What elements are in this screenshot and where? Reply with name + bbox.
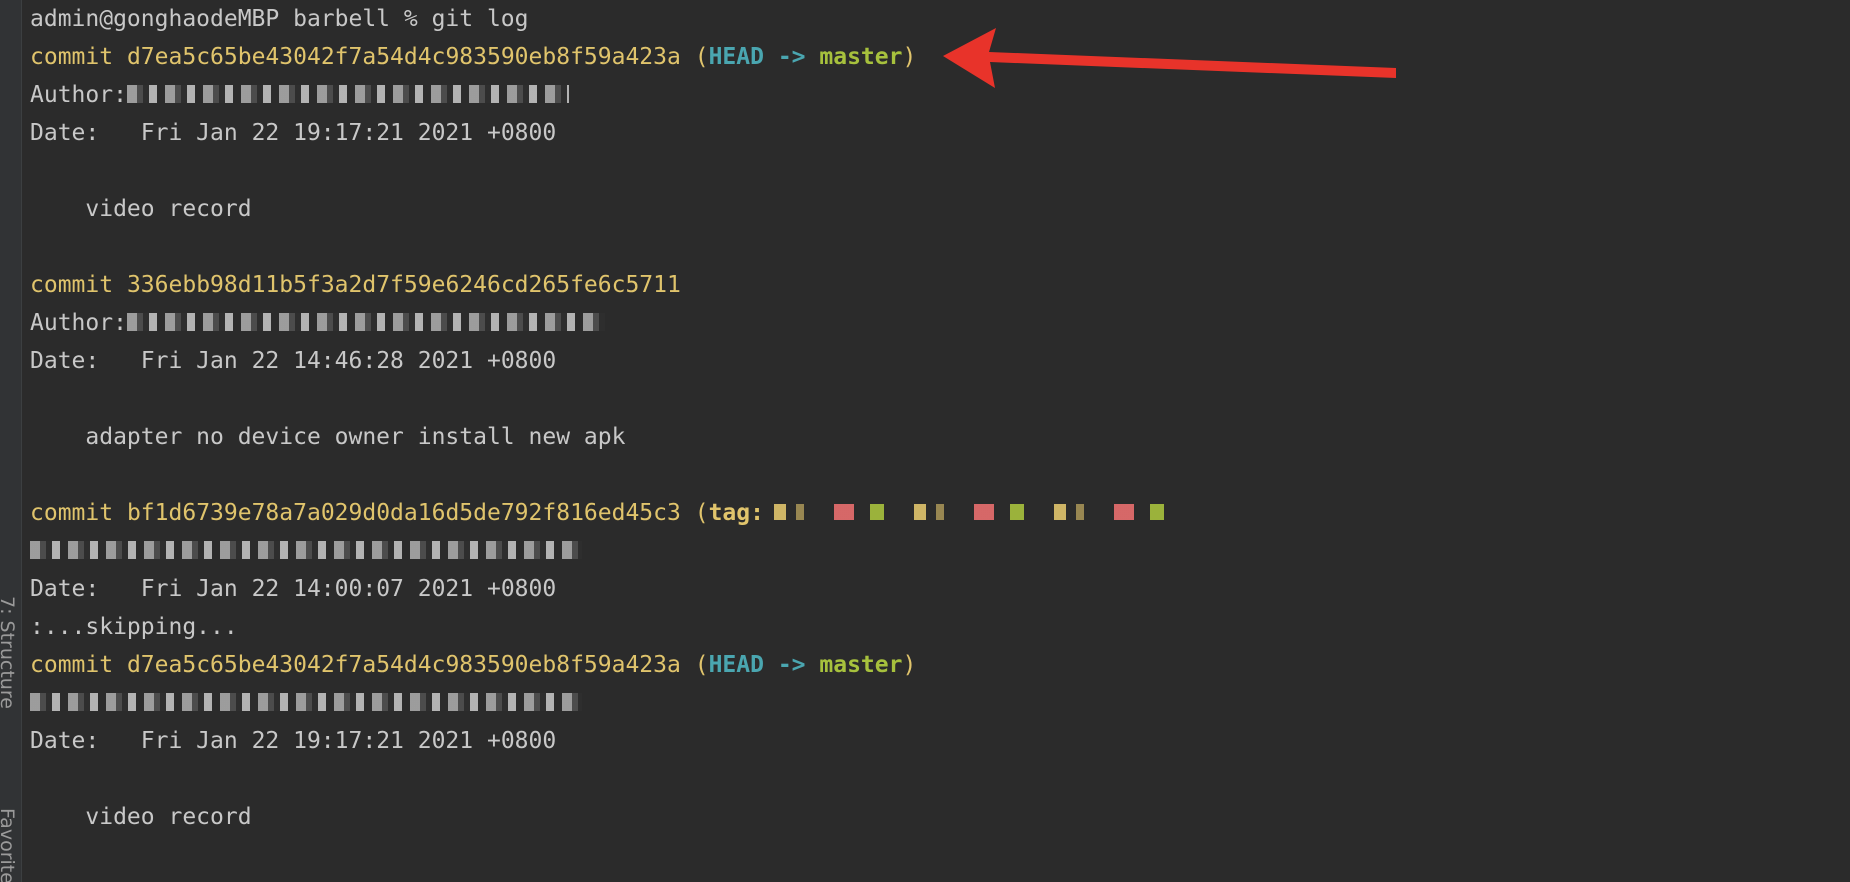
date-label: Date: [30, 728, 100, 754]
message-text: video record [85, 196, 252, 222]
commit-hash: 336ebb98d11b5f3a2d7f59e6246cd265fe6c5711 [126, 272, 681, 298]
branch-ref: master [819, 44, 903, 70]
date-label: Date: [30, 576, 100, 602]
date-line: Date: Fri Jan 22 19:17:21 2021 +0800 [30, 722, 556, 754]
redacted-author [126, 84, 569, 103]
prompt-text: admin@gonghaodeMBP barbell % git log [30, 6, 529, 32]
commit-line: commit d7ea5c65be43042f7a54d4c983590eb8f… [30, 44, 917, 70]
arrow-shape [943, 28, 1396, 88]
author-line [30, 532, 582, 564]
ref-arrow: -> [777, 44, 806, 70]
author-label: Author: [30, 82, 127, 108]
date-line: Date: Fri Jan 22 14:00:07 2021 +0800 [30, 570, 556, 602]
redacted-author [126, 312, 605, 331]
date-label: Date: [30, 120, 100, 146]
commit-message: video record [30, 190, 252, 222]
commit-hash: d7ea5c65be43042f7a54d4c983590eb8f59a423a [126, 44, 681, 70]
date-line: Date: Fri Jan 22 19:17:21 2021 +0800 [30, 114, 556, 146]
date-value: Fri Jan 22 19:17:21 2021 +0800 [140, 120, 557, 146]
redacted-author [30, 692, 582, 711]
left-tool-gutter [0, 0, 22, 882]
author-line: Author: [30, 304, 605, 336]
commit-line: commit 336ebb98d11b5f3a2d7f59e6246cd265f… [30, 266, 681, 298]
redacted-author [30, 540, 582, 559]
commit-message: video record [30, 798, 252, 830]
date-value: Fri Jan 22 14:46:28 2021 +0800 [140, 348, 557, 374]
commit-word: commit [30, 44, 114, 70]
prompt-line: admin@gonghaodeMBP barbell % git log [30, 0, 529, 32]
author-line [30, 684, 582, 716]
date-value: Fri Jan 22 14:00:07 2021 +0800 [140, 576, 557, 602]
commit-line: commit d7ea5c65be43042f7a54d4c983590eb8f… [30, 652, 917, 678]
commit-hash: bf1d6739e78a7a029d0da16d5de792f816ed45c3 [126, 500, 681, 526]
tag-label: tag: [708, 500, 764, 526]
ref-arrow: -> [777, 652, 806, 678]
pager-status: :...skipping... [30, 608, 238, 640]
redacted-tags [773, 503, 1174, 520]
date-line: Date: Fri Jan 22 14:46:28 2021 +0800 [30, 342, 556, 374]
branch-ref: master [819, 652, 903, 678]
message-text: video record [85, 804, 252, 830]
commit-word: commit [30, 272, 114, 298]
date-value: Fri Jan 22 19:17:21 2021 +0800 [140, 728, 557, 754]
commit-word: commit [30, 652, 114, 678]
favorites-tool-tab[interactable]: Favorites [0, 808, 18, 882]
head-ref: HEAD [708, 652, 764, 678]
date-label: Date: [30, 348, 100, 374]
commit-message: adapter no device owner install new apk [30, 418, 625, 450]
structure-tool-tab[interactable]: 7: Structure [0, 596, 18, 709]
skipping-text: :...skipping... [30, 614, 238, 640]
head-ref: HEAD [708, 44, 764, 70]
author-line: Author: [30, 76, 569, 108]
commit-line: commit bf1d6739e78a7a029d0da16d5de792f81… [30, 494, 1174, 526]
author-label: Author: [30, 310, 127, 336]
commit-hash: d7ea5c65be43042f7a54d4c983590eb8f59a423a [126, 652, 681, 678]
message-text: adapter no device owner install new apk [85, 424, 626, 450]
commit-word: commit [30, 500, 114, 526]
